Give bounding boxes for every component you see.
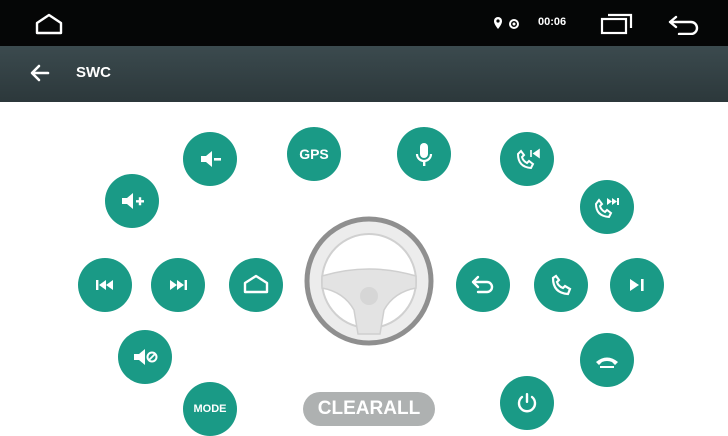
back-arrow-icon[interactable] bbox=[667, 13, 701, 36]
settings-small-icon bbox=[508, 17, 520, 29]
gps-label: GPS bbox=[299, 146, 329, 162]
next-track-button[interactable] bbox=[151, 258, 205, 312]
page-title: SWC bbox=[76, 64, 111, 81]
recent-apps-icon[interactable] bbox=[600, 13, 634, 35]
previous-track-button[interactable] bbox=[78, 258, 132, 312]
status-time: 00:06 bbox=[538, 16, 567, 28]
microphone-button[interactable] bbox=[397, 127, 451, 181]
volume-up-icon bbox=[122, 193, 144, 209]
status-bar: 00:06 bbox=[0, 0, 728, 46]
power-icon bbox=[517, 393, 537, 413]
back-button[interactable] bbox=[456, 258, 510, 312]
gps-button[interactable]: GPS bbox=[287, 127, 341, 181]
mode-button[interactable]: MODE bbox=[183, 382, 237, 436]
clear-all-label: CLEARALL bbox=[317, 398, 421, 419]
phone-icon bbox=[551, 274, 572, 296]
home-icon bbox=[243, 274, 269, 294]
home-outline-icon[interactable] bbox=[34, 12, 64, 36]
microphone-icon bbox=[415, 143, 433, 166]
play-pause-button[interactable] bbox=[610, 258, 664, 312]
home-button[interactable] bbox=[229, 258, 283, 312]
clear-all-button[interactable]: CLEARALL bbox=[303, 392, 435, 426]
call-previous-icon bbox=[516, 148, 540, 170]
left-arrow-icon[interactable] bbox=[30, 63, 50, 83]
power-button[interactable] bbox=[500, 376, 554, 430]
play-pause-icon bbox=[630, 279, 644, 291]
hang-up-icon bbox=[596, 357, 618, 368]
phone-button[interactable] bbox=[534, 258, 588, 312]
call-previous-button[interactable] bbox=[500, 132, 554, 186]
steering-wheel bbox=[302, 214, 436, 348]
next-track-icon bbox=[170, 280, 187, 290]
mute-button[interactable] bbox=[118, 330, 172, 384]
back-icon bbox=[471, 275, 494, 294]
previous-track-icon bbox=[96, 280, 113, 290]
volume-down-button[interactable] bbox=[183, 132, 237, 186]
mute-icon bbox=[134, 349, 158, 365]
volume-down-icon bbox=[201, 151, 221, 167]
call-next-icon bbox=[594, 198, 619, 219]
call-next-button[interactable] bbox=[580, 180, 634, 234]
volume-up-button[interactable] bbox=[105, 174, 159, 228]
mode-label: MODE bbox=[193, 403, 227, 415]
location-pin-icon bbox=[493, 16, 503, 30]
hang-up-button[interactable] bbox=[580, 333, 634, 387]
app-bar: SWC bbox=[0, 46, 728, 102]
